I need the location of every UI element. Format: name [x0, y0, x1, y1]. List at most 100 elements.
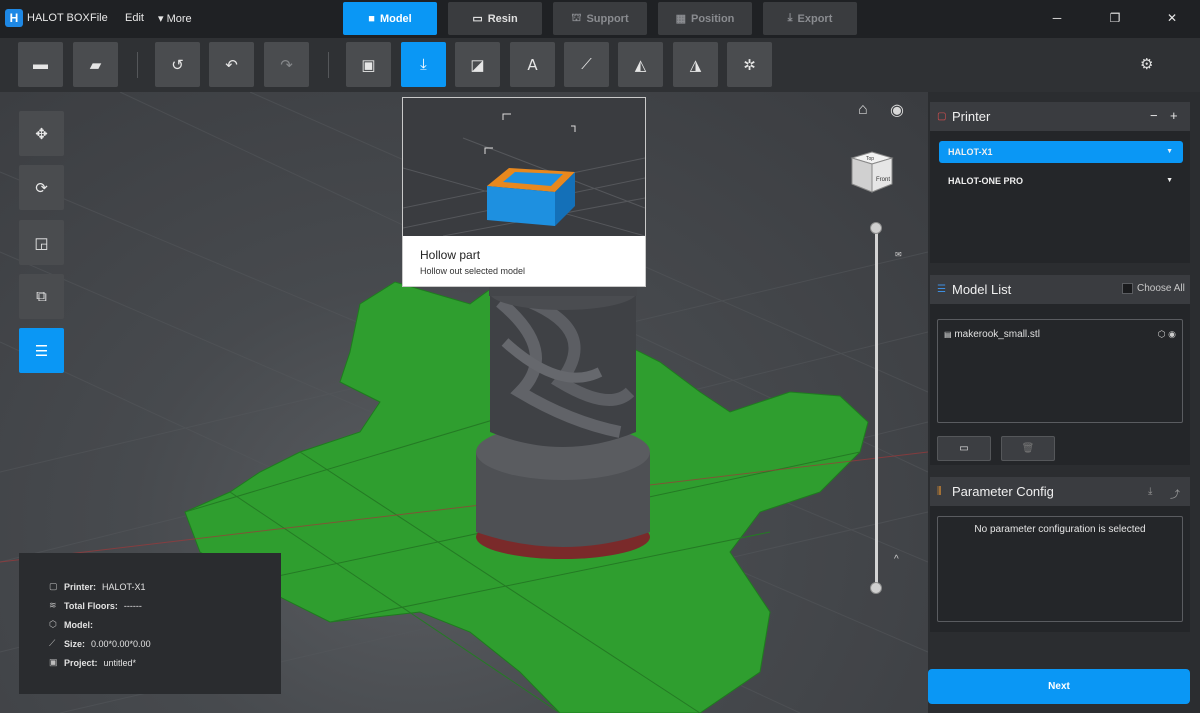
list-icon: ☰ [34, 342, 49, 360]
trash-icon: 🗑 [1021, 443, 1035, 454]
app-name: HALOT BOX [27, 12, 90, 24]
tooltip-description: Hollow out selected model [420, 266, 526, 276]
tooltip-preview-svg [403, 113, 645, 236]
print-button[interactable]: ▣ [346, 42, 391, 87]
printer-item-halot-one-pro[interactable]: HALOT-ONE PRO ▼ [939, 170, 1183, 192]
text-button[interactable]: A [510, 42, 555, 87]
delete-model-button[interactable]: 🗑 [1001, 436, 1055, 461]
3d-viewport[interactable]: ⌂ ◉ Top Front ✉ ^ ✥ ⟳ ◲ ⧉ ☰ Hollow part … [0, 92, 928, 713]
model-file-name: makerook_small.stl [954, 329, 1040, 340]
cube-icon[interactable]: ⬡ [1158, 329, 1166, 339]
toolbar: ▬ ▰ ↺ ↶ ↷ ▣ ⤓ ◪ A ⟋ ◭ ◮ ✲ ⚙ [0, 38, 1200, 92]
info-printer-label: Printer: [64, 581, 97, 592]
step-support[interactable]: ⛫ Support [553, 2, 647, 35]
export-config-icon[interactable]: ⤴ [1170, 486, 1180, 501]
view-cube-left[interactable] [851, 157, 873, 193]
step-export-label: Export [797, 12, 833, 25]
printer-item-label: HALOT-ONE PRO [948, 176, 1024, 186]
layer-up-arrow[interactable]: ^ [894, 554, 899, 565]
menu-edit[interactable]: Edit [125, 12, 144, 24]
model-list-item[interactable]: ▤ makerook_small.stl [944, 329, 1040, 340]
settings-icon[interactable]: ⚙ [1140, 55, 1153, 73]
duplicate-icon: ⧉ [36, 288, 47, 305]
measure-button[interactable]: ⟋ [564, 42, 609, 87]
remove-printer-button[interactable]: − [1150, 108, 1158, 123]
undo-button[interactable]: ↶ [209, 42, 254, 87]
layer-slider-top-handle[interactable] [870, 222, 882, 234]
layer-preview-icon[interactable]: ✉ [895, 250, 902, 259]
hollow-button[interactable]: ⤓ [401, 42, 446, 87]
tooltip-preview-image [403, 98, 645, 236]
export-icon: ⤓ [787, 12, 793, 24]
rotate-tool-button[interactable]: ⟳ [19, 165, 64, 210]
import-model-button[interactable]: ▭ [937, 436, 991, 461]
sliders-icon: ⫼ [937, 486, 942, 497]
step-resin-label: Resin [487, 12, 518, 25]
move-tool-button[interactable]: ✥ [19, 111, 64, 156]
step-model[interactable]: ■ Model [343, 2, 437, 35]
cut-button[interactable]: ◪ [455, 42, 500, 87]
info-printer-value: HALOT-X1 [102, 581, 146, 592]
info-project-label: Project: [64, 657, 98, 668]
save-button[interactable]: ▰ [73, 42, 118, 87]
mirror-button[interactable]: ◮ [673, 42, 718, 87]
app-logo: H [5, 9, 23, 27]
ruler-icon: ⟋ [49, 638, 56, 648]
duplicate-tool-button[interactable]: ⧉ [19, 274, 64, 319]
choose-all-checkbox[interactable]: Choose All [1122, 283, 1185, 294]
info-size-value: 0.00*0.00*0.00 [91, 638, 151, 649]
toolbar-divider [137, 52, 138, 78]
grid-icon: ▦ [675, 13, 686, 25]
history-button[interactable]: ↺ [155, 42, 200, 87]
cube-icon: ■ [368, 12, 375, 25]
printer-section: ▢ Printer − + HALOT-X1 ▼ HALOT-ONE PRO ▼ [930, 102, 1190, 263]
eye-icon[interactable]: ◉ [1168, 329, 1176, 339]
menu-more[interactable]: ▾ More [158, 12, 192, 25]
layer-slider-bottom-handle[interactable] [870, 582, 882, 594]
eye-icon[interactable]: ◉ [890, 100, 904, 120]
scale-tool-button[interactable]: ◲ [19, 220, 64, 265]
parameter-config-section: ⫼ Parameter Config ⤓ ⤴ No parameter conf… [930, 477, 1190, 632]
restore-button[interactable]: ❐ [1107, 10, 1123, 26]
list-tool-button[interactable]: ☰ [19, 328, 64, 373]
menu-file[interactable]: File [90, 12, 108, 24]
model-list-header: ☰ Model List Choose All [930, 275, 1190, 304]
support-icon: ⛫ [571, 11, 582, 24]
close-button[interactable]: ✕ [1164, 10, 1180, 26]
rook-model [476, 272, 650, 559]
toolbar-divider [328, 52, 329, 78]
open-folder-icon: ▬ [33, 56, 48, 73]
parameter-config-title: Parameter Config [952, 484, 1054, 499]
eraser-icon: ◭ [634, 56, 647, 74]
next-button[interactable]: Next [928, 669, 1190, 704]
text-icon: A [527, 55, 538, 74]
printer-title: Printer [952, 109, 991, 124]
redo-button[interactable]: ↷ [264, 42, 309, 87]
step-position[interactable]: ▦ Position [658, 2, 752, 35]
scale-icon: ◲ [34, 234, 49, 252]
step-resin[interactable]: ▭ Resin [448, 2, 542, 35]
step-export[interactable]: ⤓ Export [763, 2, 857, 35]
view-cube-top-label: Top [866, 156, 874, 162]
info-project: ▣ Project: untitled* [49, 657, 136, 668]
printer-item-halot-x1[interactable]: HALOT-X1 ▼ [939, 141, 1183, 163]
undo-icon: ↶ [225, 56, 238, 74]
printer-small-icon: ▢ [49, 581, 58, 591]
info-floors-value: ------ [123, 600, 142, 611]
hollow-icon: ⤓ [420, 56, 427, 73]
minimize-button[interactable]: ─ [1049, 10, 1065, 26]
eraser-button[interactable]: ◭ [618, 42, 663, 87]
info-floors: ≋ Total Floors: ------ [49, 600, 142, 611]
layer-slider-track[interactable] [875, 228, 878, 588]
home-icon[interactable]: ⌂ [858, 101, 868, 119]
view-cube-front[interactable] [871, 157, 893, 193]
view-cube[interactable]: Top Front [850, 150, 894, 194]
import-config-icon[interactable]: ⤓ [1148, 486, 1152, 497]
list-icon: ☰ [937, 284, 946, 295]
layers-icon: ≋ [49, 600, 57, 610]
add-printer-button[interactable]: + [1170, 108, 1178, 123]
open-folder-button[interactable]: ▬ [18, 42, 63, 87]
title-bar: H HALOT BOX File Edit ▾ More ■ Model ▭ R… [0, 0, 1200, 38]
lattice-button[interactable]: ✲ [727, 42, 772, 87]
parameter-empty-message: No parameter configuration is selected [974, 524, 1146, 535]
